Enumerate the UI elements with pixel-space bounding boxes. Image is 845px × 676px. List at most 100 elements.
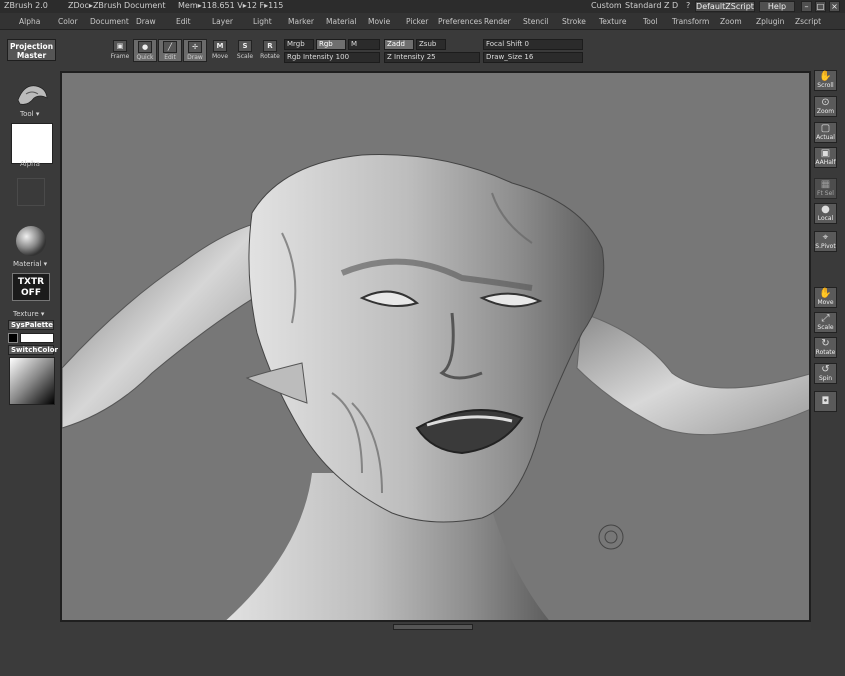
actual-button[interactable]: ▢ Actual (814, 122, 837, 143)
minimize-icon[interactable]: – (801, 1, 812, 12)
scale-label: Scale (236, 53, 254, 60)
scroll-label: Scroll (817, 82, 834, 89)
bottom-shelf-handle[interactable] (393, 624, 473, 630)
menu-stencil[interactable]: Stencil (523, 17, 548, 26)
move-view-button[interactable]: ✋ Move (814, 287, 837, 308)
help-question-button[interactable]: ? (686, 1, 690, 10)
rotate-view-label: Rotate (815, 349, 836, 356)
tool-label[interactable]: Tool ▾ (20, 110, 39, 118)
move-icon: M (213, 40, 227, 52)
floor-select-button[interactable]: ▦ Ft Sel (814, 178, 837, 199)
standard-button[interactable]: Standard Z D (625, 1, 678, 10)
menu-preferences[interactable]: Preferences (438, 17, 482, 26)
txtr-line2: OFF (21, 288, 41, 298)
primary-color-swatch[interactable] (20, 333, 54, 343)
menu-draw[interactable]: Draw (136, 17, 156, 26)
custom-button[interactable]: Custom (591, 1, 622, 10)
rotate-arrows-icon: ↻ (821, 338, 830, 349)
draw-icon: ✢ (188, 41, 202, 53)
frame-button[interactable]: ▣ Frame (108, 39, 132, 62)
menu-material[interactable]: Material (326, 17, 356, 26)
switchcolor-button[interactable]: SwitchColor (8, 345, 58, 355)
default-zscript-button[interactable]: DefaultZScript (695, 1, 755, 12)
material-label[interactable]: Material ▾ (13, 260, 47, 268)
snapshot-button[interactable]: ◘ (814, 391, 837, 412)
move-button[interactable]: M Move (208, 39, 232, 62)
spivot-button[interactable]: ⌖ S.Pivot (814, 231, 837, 252)
menu-edit[interactable]: Edit (176, 17, 191, 26)
secondary-color-swatch[interactable] (8, 333, 18, 343)
zoom-button[interactable]: ⊙ Zoom (814, 96, 837, 117)
edit-button[interactable]: ╱ Edit (158, 39, 182, 62)
aahalf-button[interactable]: ▣ AAHalf (814, 147, 837, 168)
menu-marker[interactable]: Marker (288, 17, 314, 26)
draw-size-slider[interactable]: Draw_Size 16 (483, 52, 583, 63)
rotate-button[interactable]: R Rotate (258, 39, 282, 62)
grid-icon: ▦ (820, 179, 831, 190)
frame-label: Frame (110, 53, 130, 60)
rgb-intensity-slider[interactable]: Rgb Intensity 100 (284, 52, 380, 63)
menu-stroke[interactable]: Stroke (562, 17, 586, 26)
zoom-label: Zoom (816, 108, 835, 115)
scale-button[interactable]: S Scale (233, 39, 257, 62)
spin-label: Spin (818, 375, 833, 382)
m-button[interactable]: M (348, 39, 380, 50)
syspalette-button[interactable]: SysPalette (8, 320, 54, 330)
z-intensity-slider[interactable]: Z Intensity 25 (384, 52, 480, 63)
stroke-thumbnail[interactable] (17, 178, 45, 206)
menu-zscript[interactable]: Zscript (795, 17, 821, 26)
tool-thumbnail-icon[interactable] (14, 80, 50, 110)
draw-button[interactable]: ✢ Draw (183, 39, 207, 62)
menu-document[interactable]: Document (90, 17, 129, 26)
help-button[interactable]: Help (759, 1, 795, 12)
document-name[interactable]: ZDoc▸ZBrush Document (68, 1, 166, 10)
alpha-label[interactable]: Alpha (20, 160, 40, 168)
menu-light[interactable]: Light (253, 17, 272, 26)
menu-layer[interactable]: Layer (212, 17, 233, 26)
color-picker-gradient[interactable] (9, 357, 55, 405)
scale-view-label: Scale (817, 324, 834, 331)
projection-master-button[interactable]: Projection Master (7, 39, 56, 61)
menu-color[interactable]: Color (58, 17, 78, 26)
zsub-button[interactable]: Zsub (416, 39, 446, 50)
material-sphere-icon[interactable] (15, 225, 47, 257)
quick-button[interactable]: ● Quick (133, 39, 157, 62)
memory-stats: Mem▸118.651 V▸12 F▸115 (178, 1, 284, 10)
menu-bar: Alpha Color Document Draw Edit Layer Lig… (0, 13, 845, 30)
actual-label: Actual (816, 134, 835, 141)
menu-movie[interactable]: Movie (368, 17, 390, 26)
spin-button[interactable]: ↺ Spin (814, 363, 837, 384)
rotate-view-button[interactable]: ↻ Rotate (814, 337, 837, 358)
menu-picker[interactable]: Picker (406, 17, 428, 26)
mrgb-button[interactable]: Mrgb (284, 39, 314, 50)
material-label-text: Material (13, 260, 42, 268)
menu-render[interactable]: Render (484, 17, 511, 26)
scroll-button[interactable]: ✋ Scroll (814, 70, 837, 91)
scale-view-button[interactable]: ⤢ Scale (814, 312, 837, 333)
zadd-button[interactable]: Zadd (384, 39, 414, 50)
spin-icon: ↺ (821, 364, 830, 375)
restore-icon[interactable]: □ (815, 1, 826, 12)
rgb-button[interactable]: Rgb (316, 39, 346, 50)
edit-icon: ╱ (163, 41, 177, 53)
menu-transform[interactable]: Transform (672, 17, 709, 26)
frame-icon: ▣ (113, 40, 127, 52)
menu-zplugin[interactable]: Zplugin (756, 17, 784, 26)
menu-alpha[interactable]: Alpha (19, 17, 40, 26)
spivot-label: S.Pivot (815, 243, 836, 250)
menu-zoom[interactable]: Zoom (720, 17, 742, 26)
document-canvas[interactable] (60, 71, 811, 622)
alpha-swatch[interactable] (11, 123, 53, 164)
quick-icon: ● (138, 41, 152, 53)
sculpt-model-render (62, 154, 809, 620)
texture-label[interactable]: Texture ▾ (13, 310, 44, 318)
texture-off-button[interactable]: TXTR OFF (12, 273, 50, 301)
local-button[interactable]: ● Local (814, 203, 837, 224)
close-icon[interactable]: × (829, 1, 840, 12)
menu-texture[interactable]: Texture (599, 17, 626, 26)
focal-shift-slider[interactable]: Focal Shift 0 (483, 39, 583, 50)
bottom-shelf (0, 630, 845, 676)
menu-tool[interactable]: Tool (643, 17, 658, 26)
txtr-line1: TXTR (17, 277, 45, 287)
texture-label-text: Texture (13, 310, 39, 318)
